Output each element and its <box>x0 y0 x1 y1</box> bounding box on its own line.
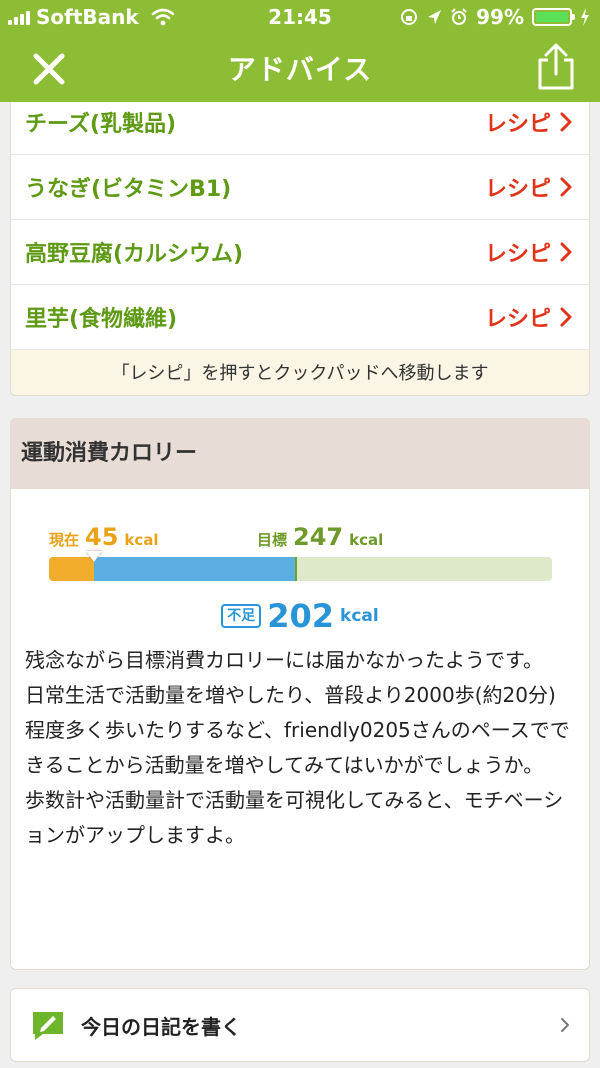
chevron-right-icon <box>561 1018 569 1032</box>
recipe-link-label: レシピ <box>484 242 551 267</box>
recipe-link-label: レシピ <box>484 177 551 202</box>
exercise-calorie-card: 運動消費カロリー 現在 45 kcal 目標 247 kcal 不足 202 k… <box>10 418 590 970</box>
recipe-name: 高野豆腐(カルシウム) <box>25 242 244 267</box>
advice-paragraph: 残念ながら目標消費カロリーには届かなかったようです。 <box>25 648 543 672</box>
battery-percent: 99% <box>476 5 524 29</box>
shortage-calorie: 不足 202 kcal <box>11 597 589 635</box>
chevron-right-icon <box>560 112 572 132</box>
current-marker-icon <box>86 551 103 562</box>
charging-icon <box>581 8 589 26</box>
recipe-link[interactable]: レシピ <box>485 236 573 268</box>
goal-unit: kcal <box>349 531 384 549</box>
recipe-row-tofu[interactable]: 高野豆腐(カルシウム) レシピ <box>11 220 589 285</box>
recipe-row-eel[interactable]: うなぎ(ビタミンB1) レシピ <box>11 155 589 220</box>
current-unit: kcal <box>124 531 159 549</box>
recipe-link[interactable]: レシピ <box>485 301 573 333</box>
recipe-name: うなぎ(ビタミンB1) <box>25 177 232 202</box>
calorie-gauge: 現在 45 kcal 目標 247 kcal 不足 202 kcal <box>11 489 589 639</box>
recipe-row-cheese[interactable]: チーズ(乳製品) レシピ <box>11 102 589 155</box>
recipe-name: 里芋(食物繊維) <box>25 307 178 332</box>
status-bar: SoftBank 21:45 99% <box>0 0 600 34</box>
advice-text: 残念ながら目標消費カロリーには届かなかったようです。 日常生活で活動量を増やした… <box>11 639 589 853</box>
progress-bar <box>49 557 552 581</box>
location-icon <box>428 10 442 24</box>
section-title: 運動消費カロリー <box>11 419 589 489</box>
app-header: SoftBank 21:45 99% アドバイス <box>0 0 600 102</box>
write-diary-button[interactable]: 今日の日記を書く <box>10 988 590 1062</box>
battery-icon <box>532 8 575 26</box>
shortage-badge: 不足 <box>221 604 262 628</box>
recipe-link[interactable]: レシピ <box>485 106 573 138</box>
page-title: アドバイス <box>227 53 373 86</box>
alarm-icon <box>451 8 467 25</box>
recipe-link-label: レシピ <box>484 112 551 137</box>
advice-paragraph: 日常生活で活動量を増やしたり、普段より2000歩(約20分)程度多く歩いたりする… <box>25 683 570 777</box>
rotation-lock-icon <box>401 9 418 25</box>
diary-label: 今日の日記を書く <box>81 1014 241 1039</box>
current-value: 45 <box>85 523 119 551</box>
advice-paragraph: 歩数計や活動量計で活動量を可視化してみると、モチベーションがアップしますよ。 <box>25 788 564 847</box>
share-icon[interactable] <box>534 42 578 92</box>
pencil-note-icon <box>33 1012 63 1040</box>
chevron-right-icon <box>560 242 572 262</box>
recipe-row-taro[interactable]: 里芋(食物繊維) レシピ <box>11 285 589 350</box>
goal-calorie: 目標 247 kcal <box>257 523 383 551</box>
chevron-right-icon <box>560 177 572 197</box>
progress-shortage-segment <box>94 557 298 581</box>
chevron-right-icon <box>560 307 572 327</box>
status-right: 99% <box>400 5 590 29</box>
current-label: 現在 <box>49 531 80 549</box>
current-calorie: 現在 45 kcal <box>49 523 159 551</box>
goal-label: 目標 <box>257 531 288 549</box>
goal-value: 247 <box>293 523 344 551</box>
recipe-link-label: レシピ <box>484 307 551 332</box>
recipe-name: チーズ(乳製品) <box>25 112 177 137</box>
recipe-note: 「レシピ」を押すとクックパッドへ移動します <box>11 350 589 395</box>
shortage-unit: kcal <box>340 606 379 626</box>
shortage-value: 202 <box>267 597 335 635</box>
recipe-link[interactable]: レシピ <box>485 171 573 203</box>
recipe-list: チーズ(乳製品) レシピ うなぎ(ビタミンB1) レシピ 高野豆腐(カルシウム)… <box>10 102 590 396</box>
